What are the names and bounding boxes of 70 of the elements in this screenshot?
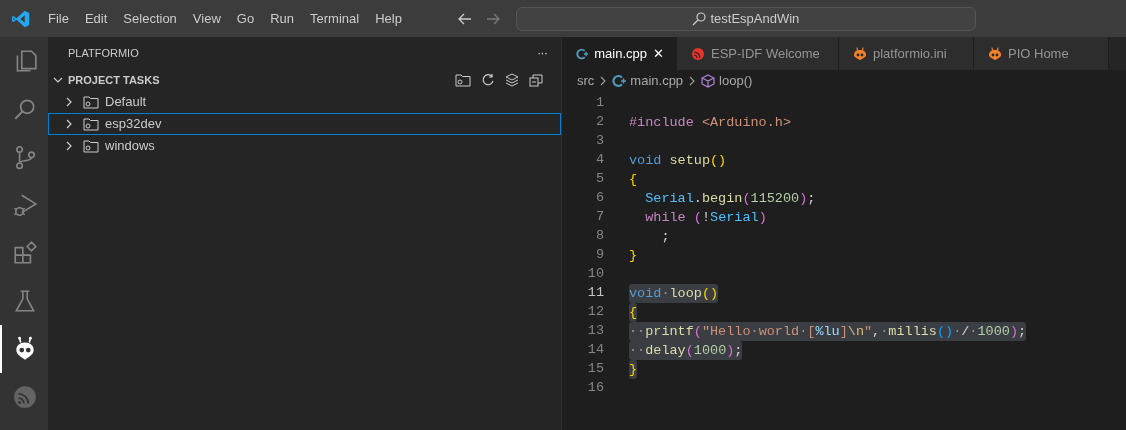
close-tab-button[interactable]: ✕ [653,43,664,64]
line-number: 16 [586,379,604,398]
folder-icon [83,117,99,131]
code-line: while (!Serial) [644,209,767,227]
search-icon [692,11,707,26]
tree-item[interactable]: esp32dev [48,113,561,135]
tree-item[interactable]: windows [48,135,561,157]
menu-item[interactable]: Go [228,8,263,29]
line-number: 4 [594,151,604,170]
refresh-icon[interactable] [481,73,495,87]
editor-tab[interactable]: PIO Home [974,37,1109,70]
line-number: 15 [586,360,604,379]
menu-item[interactable]: File [40,8,77,29]
line-number: 10 [586,265,604,284]
back-arrow-icon[interactable] [457,12,472,25]
flask-icon[interactable] [12,288,38,314]
cpp-file-icon [576,46,589,61]
line-number: 8 [594,227,604,246]
forward-arrow-icon[interactable] [485,12,500,25]
folder-icon [83,139,99,153]
command-center-search[interactable]: testEspAndWin [515,6,976,31]
code-line: #include <Arduino.h> [629,114,792,132]
code-line: ; [660,228,670,246]
search-text: testEspAndWin [710,9,800,28]
line-number: 6 [594,189,604,208]
line-number: 2 [594,113,604,132]
breadcrumb-item[interactable]: loop() [719,71,753,91]
menu-item[interactable]: Selection [115,8,185,29]
menu-item[interactable]: Edit [76,8,116,29]
line-number: 7 [594,208,604,227]
app-logo-icon [12,9,30,28]
cpp-file-icon [612,74,627,88]
extensions-icon[interactable] [12,240,38,266]
wireless-icon [691,46,705,61]
editor-tab[interactable]: platformio.ini [839,37,974,70]
code-line: } [629,247,638,265]
menu-item[interactable]: View [184,8,229,29]
menu-item[interactable]: Run [262,8,302,29]
line-number: 3 [594,132,604,151]
line-number: 9 [594,246,604,265]
section-header[interactable]: PROJECT TASKS [68,71,160,89]
code-line: void setup() [629,152,727,170]
folder-icon[interactable] [455,73,471,87]
menu-item[interactable]: Help [367,8,410,29]
breadcrumb-item[interactable]: main.cpp [630,71,684,91]
alien-icon [853,46,867,61]
menu-item[interactable]: Terminal [302,8,368,29]
more-actions-button[interactable]: ··· [537,43,547,63]
line-number: 1 [594,94,604,113]
cube-icon [701,74,716,88]
breadcrumb-item[interactable]: src [577,71,595,91]
sidebar-title: PLATFORMIO [68,45,139,61]
run-debug-icon[interactable] [12,192,38,218]
line-number: 5 [594,170,604,189]
alien-icon [988,46,1002,61]
code-line: { [629,303,638,322]
editor-tab[interactable]: main.cpp ✕ [562,37,677,70]
tree-item[interactable]: Default [48,91,561,113]
wireless-icon[interactable] [12,384,38,410]
folder-icon [83,95,99,109]
code-line: Serial.begin(115200); [644,190,816,208]
line-number: 12 [586,303,604,322]
line-number: 11 [586,284,604,303]
code-line: } [629,360,638,379]
code-line: { [629,171,638,189]
layers-icon[interactable] [505,73,519,87]
line-number: 13 [586,322,604,341]
editor-tab[interactable]: ESP-IDF Welcome [677,37,839,70]
collapse-all-icon[interactable] [529,73,543,87]
line-number: 14 [586,341,604,360]
